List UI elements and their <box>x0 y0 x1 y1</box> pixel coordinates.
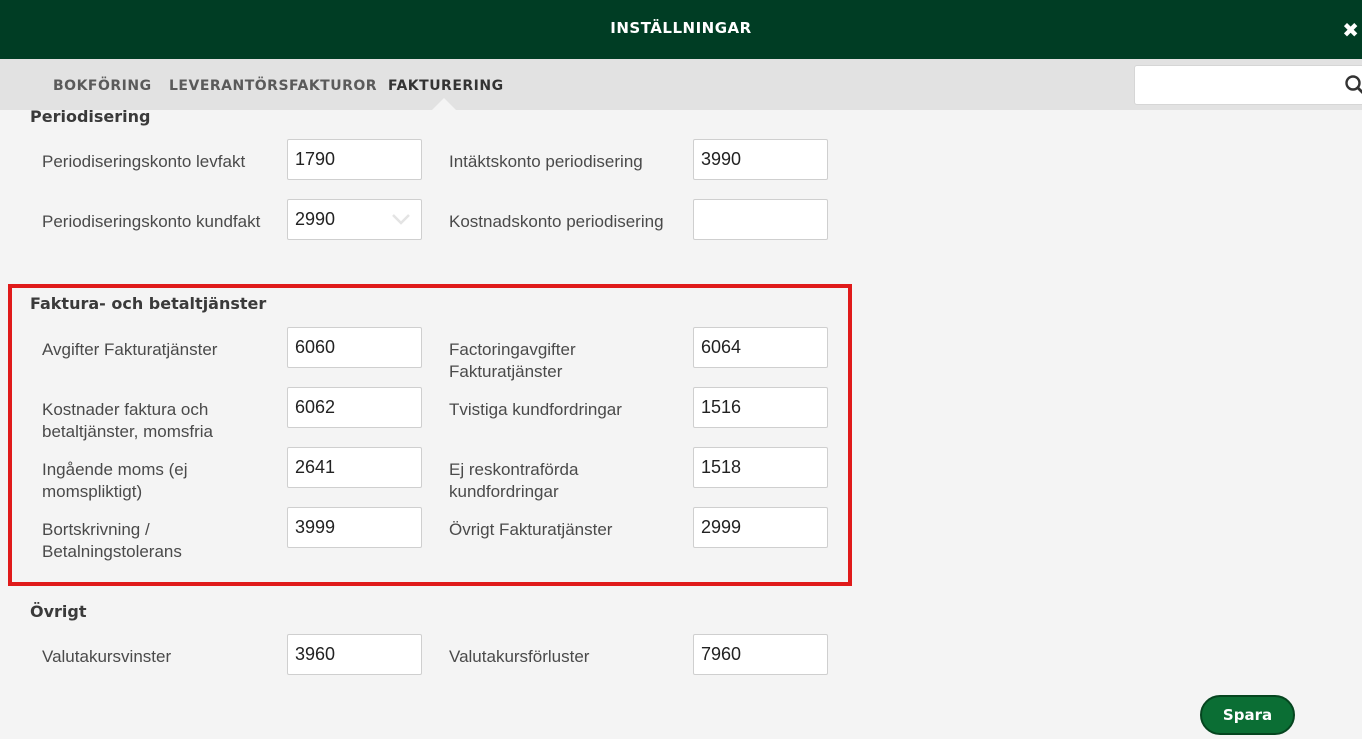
field-factoringavgifter[interactable]: 6064 <box>693 327 828 368</box>
select-periodiseringskonto-kundfakt[interactable]: 2990 <box>287 199 422 240</box>
field-bortskrivning[interactable]: 3999 <box>287 507 422 548</box>
field-ingaende-moms[interactable]: 2641 <box>287 447 422 488</box>
field-ej-reskontraforda[interactable]: 1518 <box>693 447 828 488</box>
tab-fakturering[interactable]: FAKTURERING <box>388 78 504 94</box>
label-tvistiga-kundfordringar: Tvistiga kundfordringar <box>449 400 622 419</box>
label-kostnader-faktura: Kostnader faktura och betaltjänster, mom… <box>42 400 214 441</box>
field-periodiseringskonto-levfakt[interactable]: 1790 <box>287 139 422 180</box>
search-icon[interactable] <box>1345 75 1362 95</box>
label-valutakursforluster: Valutakursförluster <box>449 647 590 666</box>
field-kostnadskonto-periodisering[interactable] <box>693 199 828 240</box>
label-ej-reskontraforda: Ej reskontraförda kundfordringar <box>449 460 579 501</box>
search-box[interactable] <box>1134 65 1362 105</box>
tab-bar: BOKFÖRING LEVERANTÖRSFAKTUROR FAKTURERIN… <box>0 59 1362 110</box>
field-kostnader-faktura[interactable]: 6062 <box>287 387 422 428</box>
label-bortskrivning: Bortskrivning / Betalningstolerans <box>42 520 182 561</box>
modal-header: INSTÄLLNINGAR ✖ <box>0 0 1362 59</box>
field-avgifter-fakturatjanster[interactable]: 6060 <box>287 327 422 368</box>
tab-bokforing[interactable]: BOKFÖRING <box>53 78 152 94</box>
field-tvistiga-kundfordringar[interactable]: 1516 <box>693 387 828 428</box>
field-valutakursforluster[interactable]: 7960 <box>693 634 828 675</box>
label-intaktskonto-periodisering: Intäktskonto periodisering <box>449 152 643 171</box>
section-title-ovrigt: Övrigt <box>30 602 87 621</box>
section-title-faktura: Faktura- och betaltjänster <box>30 294 267 313</box>
field-ovrigt-fakturatjanster[interactable]: 2999 <box>693 507 828 548</box>
field-intaktskonto-periodisering[interactable]: 3990 <box>693 139 828 180</box>
label-periodiseringskonto-levfakt: Periodiseringskonto levfakt <box>42 152 246 171</box>
label-factoringavgifter: Factoringavgifter Fakturatjänster <box>449 340 576 381</box>
field-valutakursvinster[interactable]: 3960 <box>287 634 422 675</box>
label-ingaende-moms: Ingående moms (ej momspliktigt) <box>42 460 188 501</box>
save-button[interactable]: Spara <box>1200 695 1295 735</box>
tab-leverantorsfakturor[interactable]: LEVERANTÖRSFAKTUROR <box>169 78 377 94</box>
label-kostnadskonto-periodisering: Kostnadskonto periodisering <box>449 212 664 231</box>
search-input[interactable] <box>1143 66 1338 102</box>
label-avgifter-fakturatjanster: Avgifter Fakturatjänster <box>42 340 218 359</box>
modal-title: INSTÄLLNINGAR <box>610 19 752 37</box>
label-ovrigt-fakturatjanster: Övrigt Fakturatjänster <box>449 520 613 539</box>
label-valutakursvinster: Valutakursvinster <box>42 647 172 666</box>
close-icon[interactable]: ✖ <box>1342 18 1359 42</box>
select-value: 2990 <box>295 209 336 229</box>
chevron-down-icon <box>392 214 410 225</box>
label-periodiseringskonto-kundfakt: Periodiseringskonto kundfakt <box>42 212 261 231</box>
section-title-periodisering: Periodisering <box>30 107 151 126</box>
active-tab-indicator <box>432 98 456 110</box>
